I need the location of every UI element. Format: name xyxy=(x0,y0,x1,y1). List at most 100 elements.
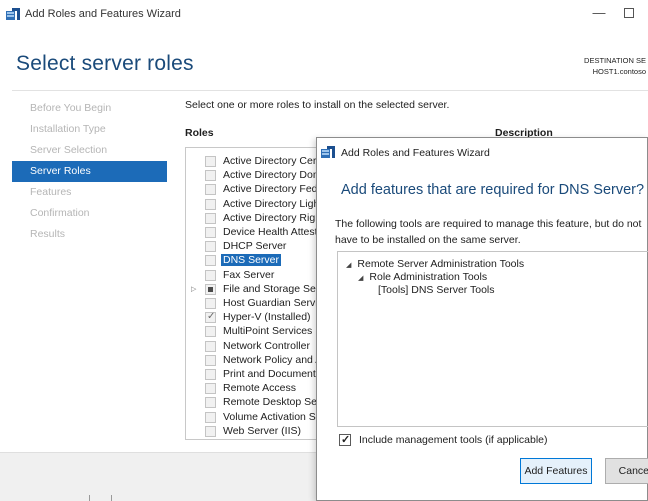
role-row[interactable]: Volume Activation Services xyxy=(186,410,324,424)
add-features-button[interactable]: Add Features xyxy=(520,458,592,484)
role-row[interactable]: Remote Desktop Services xyxy=(186,396,325,409)
role-row[interactable]: Active Directory Rights Management Servi… xyxy=(186,211,324,225)
role-row[interactable]: Network Policy and Access Services xyxy=(186,353,324,367)
add-features-dialog: Add Roles and Features Wizard Add featur… xyxy=(316,137,648,501)
role-checkbox[interactable] xyxy=(205,156,216,167)
role-row[interactable]: MultiPoint Services xyxy=(186,325,324,338)
role-checkbox[interactable] xyxy=(205,241,216,253)
dialog-heading: Add features that are required for DNS S… xyxy=(341,182,645,198)
server-manager-icon xyxy=(6,8,20,20)
role-label: MultiPoint Services xyxy=(223,325,313,338)
role-label: Device Health Attestation xyxy=(223,226,324,238)
role-checkbox[interactable] xyxy=(205,184,216,196)
role-row[interactable]: Active Directory Domain Services xyxy=(186,169,324,182)
role-checkbox[interactable] xyxy=(205,227,216,238)
collapse-arrow-icon[interactable]: ◢ xyxy=(346,262,351,269)
role-checkbox[interactable] xyxy=(205,255,216,267)
role-checkbox[interactable] xyxy=(205,383,216,395)
role-label: Active Directory Domain Services xyxy=(223,169,324,182)
instruction-text: Select one or more roles to install on t… xyxy=(185,99,450,111)
wizard-nav: Before You Begin Installation Type Server … xyxy=(12,98,167,245)
role-label: DNS Server xyxy=(221,254,282,267)
header-divider xyxy=(12,90,648,91)
role-checkbox[interactable] xyxy=(205,311,216,324)
nav-item-results[interactable]: Results xyxy=(12,224,167,245)
role-label: Active Directory Federation Services xyxy=(223,183,325,196)
nav-item-server-selection[interactable]: Server Selection xyxy=(12,140,167,161)
role-checkbox[interactable] xyxy=(205,411,216,423)
role-row[interactable]: Active Directory Lightweight Directory S… xyxy=(186,197,324,211)
role-row[interactable]: Device Health Attestation xyxy=(186,226,324,239)
role-label: Web Server (IIS) xyxy=(223,424,301,437)
role-checkbox[interactable] xyxy=(205,269,216,281)
role-checkbox[interactable] xyxy=(205,354,216,366)
role-label: Active Directory Lightweight Directory S… xyxy=(223,197,324,210)
role-row[interactable]: DHCP Server xyxy=(186,240,324,253)
role-label: DHCP Server xyxy=(223,240,287,253)
tree-node[interactable]: [Tools] DNS Server Tools xyxy=(378,284,495,296)
include-tools-checkbox[interactable] xyxy=(339,433,351,446)
roles-heading: Roles xyxy=(185,127,214,139)
role-checkbox[interactable] xyxy=(205,283,216,295)
destination-label: DESTINATION SE xyxy=(584,56,646,65)
nav-item-installation-type[interactable]: Installation Type xyxy=(12,119,167,140)
role-row[interactable]: Fax Server xyxy=(186,268,324,282)
include-tools-label[interactable]: Include management tools (if applicable) xyxy=(359,434,548,446)
page-title: Select server roles xyxy=(16,52,194,75)
role-checkbox[interactable] xyxy=(205,170,216,182)
role-label: Volume Activation Services xyxy=(223,410,324,423)
role-label: Network Policy and Access Services xyxy=(223,353,324,366)
window-title: Add Roles and Features Wizard xyxy=(25,8,181,20)
role-row[interactable]: ▷ File and Storage Services xyxy=(186,282,325,296)
role-label: Fax Server xyxy=(223,268,275,281)
role-row[interactable]: Network Controller xyxy=(186,339,324,353)
nav-item-before-you-begin[interactable]: Before You Begin xyxy=(12,98,167,119)
divider xyxy=(89,495,90,501)
role-checkbox[interactable] xyxy=(205,198,216,210)
role-checkbox[interactable] xyxy=(205,340,216,352)
role-checkbox[interactable] xyxy=(205,397,216,409)
role-row[interactable]: Remote Access xyxy=(186,382,324,395)
destination-server-name: HOST1.contoso xyxy=(592,67,646,76)
nav-item-features[interactable]: Features xyxy=(12,182,167,203)
role-row[interactable]: Active Directory Certificate Services xyxy=(186,155,324,168)
dialog-title: Add Roles and Features Wizard xyxy=(341,147,490,159)
role-checkbox[interactable] xyxy=(205,369,216,380)
tree-node[interactable]: ◢ Remote Server Administration Tools xyxy=(346,258,524,270)
role-checkbox[interactable] xyxy=(205,298,216,309)
role-row[interactable]: Web Server (IIS) xyxy=(186,424,324,438)
destination-server: DESTINATION SE HOST1.contoso xyxy=(584,55,646,77)
features-tree[interactable]: ◢ Remote Server Administration Tools ◢ Role… xyxy=(337,251,648,427)
role-label: Active Directory Certificate Services xyxy=(223,155,324,167)
role-checkbox[interactable] xyxy=(205,212,216,224)
collapse-arrow-icon[interactable]: ◢ xyxy=(358,275,363,282)
role-row[interactable]: DNS Server xyxy=(186,254,324,267)
role-row[interactable]: Host Guardian Service xyxy=(186,297,325,310)
role-label: Print and Document Services xyxy=(223,368,324,380)
nav-item-server-roles[interactable]: Server Roles xyxy=(12,161,167,182)
role-label: Remote Access xyxy=(223,382,296,395)
role-label: Network Controller xyxy=(223,339,310,352)
tree-node-label: Role Administration Tools xyxy=(369,271,488,283)
minimize-button[interactable]: — xyxy=(592,6,606,20)
server-manager-icon xyxy=(321,146,335,158)
roles-list[interactable]: Active Directory Certificate Services Act… xyxy=(185,147,325,440)
role-label: Host Guardian Service xyxy=(223,297,325,309)
role-row[interactable]: Hyper-V (Installed) xyxy=(186,311,324,324)
cancel-button[interactable]: Cancel xyxy=(605,458,648,484)
role-checkbox[interactable] xyxy=(205,425,216,437)
nav-item-confirmation[interactable]: Confirmation xyxy=(12,203,167,224)
window-titlebar: Add Roles and Features Wizard — xyxy=(0,0,648,30)
role-row[interactable]: Print and Document Services xyxy=(186,368,324,381)
expand-arrow-icon[interactable]: ▷ xyxy=(191,285,196,293)
role-row[interactable]: Active Directory Federation Services xyxy=(186,183,325,196)
maximize-button[interactable] xyxy=(624,8,634,18)
role-checkbox[interactable] xyxy=(205,326,216,338)
role-label: Active Directory Rights Management Servi… xyxy=(223,211,324,224)
tree-node[interactable]: ◢ Role Administration Tools xyxy=(358,271,487,283)
role-label: Hyper-V (Installed) xyxy=(223,311,311,324)
role-label: File and Storage Services xyxy=(223,282,325,295)
role-label: Remote Desktop Services xyxy=(223,396,325,409)
tree-node-label: Remote Server Administration Tools xyxy=(357,258,525,270)
dialog-description: The following tools are required to mana… xyxy=(335,218,642,246)
